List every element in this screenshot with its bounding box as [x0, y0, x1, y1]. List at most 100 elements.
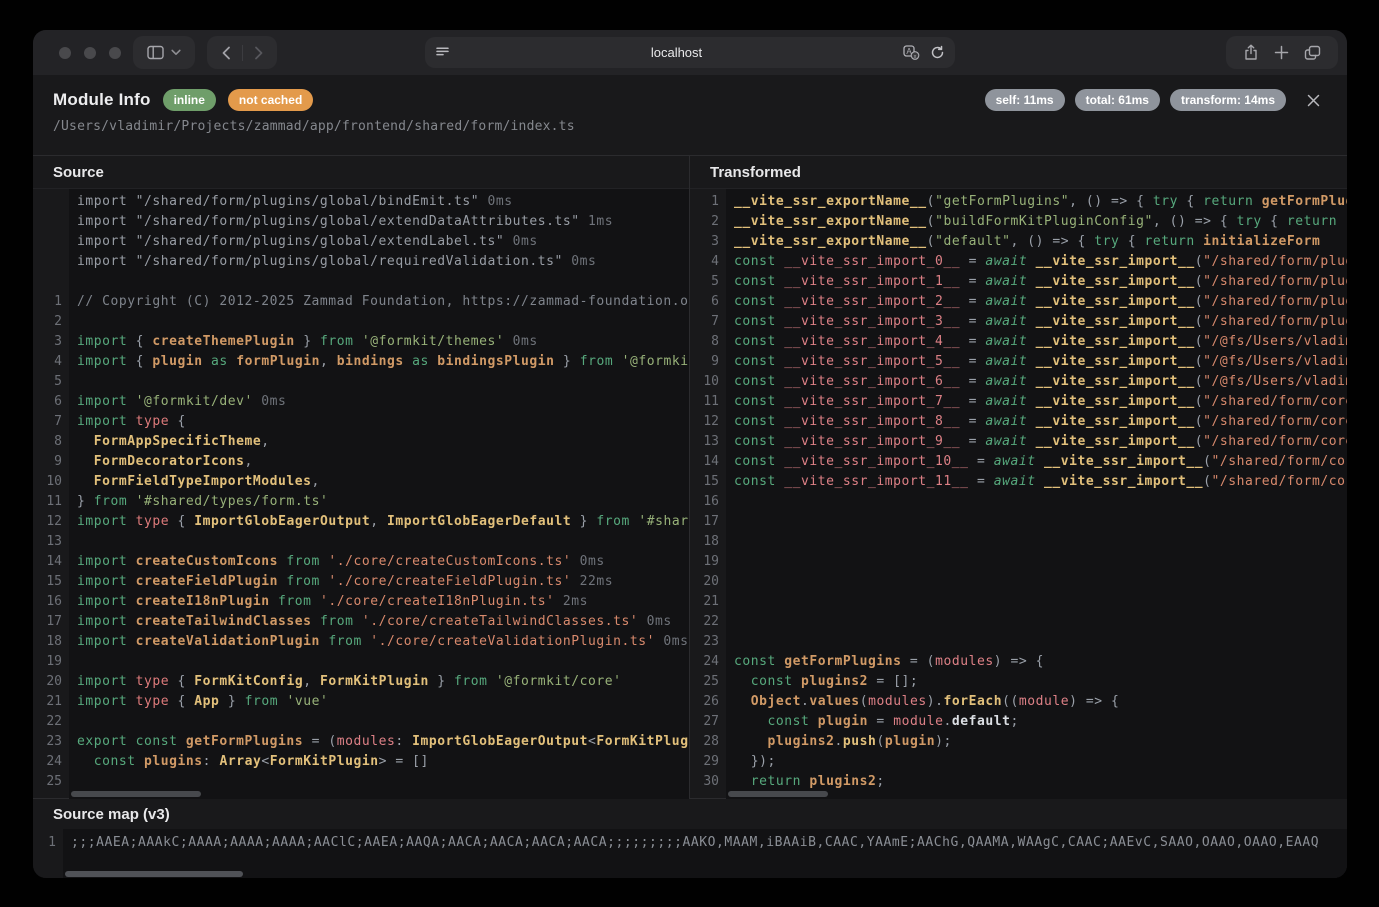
code-line: // Copyright (C) 2012-2025 Zammad Founda…	[69, 292, 689, 312]
code-line: FormDecoratorIcons,	[69, 452, 689, 472]
source-code-block: 1234567891011121314151617181920212223242…	[33, 189, 689, 799]
code-line: });	[726, 752, 1347, 772]
code-line: __vite_ssr_exportName__("default", () =>…	[726, 232, 1347, 252]
source-map-code: ;;;AAEA;AAAkC;AAAA;AAAA;AAAA;AAClC;AAEA;…	[63, 829, 1347, 878]
close-panel-button[interactable]	[1306, 93, 1321, 108]
reload-icon[interactable]	[930, 45, 945, 60]
line-number: 15	[33, 572, 69, 592]
line-number	[33, 232, 69, 252]
line-number: 15	[690, 472, 726, 492]
reader-icon[interactable]	[435, 46, 450, 59]
code-line: export const getFormPlugins = (modules: …	[69, 732, 689, 752]
code-line: import "/shared/form/plugins/global/requ…	[69, 252, 689, 272]
line-number	[33, 212, 69, 232]
translate-icon[interactable]: A x	[903, 45, 920, 60]
address-bar[interactable]: localhost A x	[425, 37, 955, 68]
line-number: 17	[690, 512, 726, 532]
code-line	[726, 532, 1347, 552]
horizontal-scrollbar[interactable]	[728, 791, 828, 797]
line-number: 11	[33, 492, 69, 512]
code-line: import createFieldPlugin from './core/cr…	[69, 572, 689, 592]
line-number: 30	[690, 772, 726, 792]
transform-time-badge: transform: 14ms	[1170, 89, 1286, 111]
code-line	[726, 592, 1347, 612]
line-number: 24	[33, 752, 69, 772]
back-button[interactable]	[217, 44, 235, 62]
line-number: 8	[690, 332, 726, 352]
code-line: const __vite_ssr_import_1__ = await __vi…	[726, 272, 1347, 292]
inline-badge: inline	[163, 89, 216, 111]
code-line: const __vite_ssr_import_5__ = await __vi…	[726, 352, 1347, 372]
line-number: 19	[33, 652, 69, 672]
line-number: 5	[33, 372, 69, 392]
source-map-line-numbers: 1	[33, 829, 63, 878]
desktop-background: localhost A x	[0, 0, 1379, 907]
code-line: import createTailwindClasses from './cor…	[69, 612, 689, 632]
line-number: 23	[690, 632, 726, 652]
code-line: import type { FormKitConfig, FormKitPlug…	[69, 672, 689, 692]
code-line: const __vite_ssr_import_7__ = await __vi…	[726, 392, 1347, 412]
toolbar-actions	[1226, 36, 1338, 69]
code-line: return plugins2;	[726, 772, 1347, 792]
tab-overview-icon[interactable]	[1304, 45, 1321, 61]
line-number: 22	[690, 612, 726, 632]
line-number: 1	[690, 192, 726, 212]
line-number: 21	[690, 592, 726, 612]
code-line: FormFieldTypeImportModules,	[69, 472, 689, 492]
line-number: 26	[690, 692, 726, 712]
code-line: FormAppSpecificTheme,	[69, 432, 689, 452]
code-line	[69, 312, 689, 332]
source-map-section: Source map (v3) 1 ;;;AAEA;AAAkC;AAAA;AAA…	[33, 798, 1347, 878]
line-number: 5	[690, 272, 726, 292]
line-number	[33, 272, 69, 292]
code-line: import type { App } from 'vue'	[69, 692, 689, 712]
line-number: 23	[33, 732, 69, 752]
self-time-badge: self: 11ms	[985, 89, 1065, 111]
line-number: 16	[33, 592, 69, 612]
code-line	[69, 272, 689, 292]
code-line	[726, 512, 1347, 532]
line-number: 11	[690, 392, 726, 412]
code-line: const plugins2 = [];	[726, 672, 1347, 692]
zoom-window-button[interactable]	[109, 47, 121, 59]
line-number: 22	[33, 712, 69, 732]
code-panels: Source 123456789101112131415161718192021…	[33, 155, 1347, 798]
total-time-badge: total: 61ms	[1075, 89, 1160, 111]
line-number: 14	[33, 552, 69, 572]
code-line: const plugins: Array<FormKitPlugin> = []	[69, 752, 689, 772]
code-line: const __vite_ssr_import_10__ = await __v…	[726, 452, 1347, 472]
forward-button[interactable]	[250, 44, 268, 62]
horizontal-scrollbar[interactable]	[71, 791, 201, 797]
code-line: import createCustomIcons from './core/cr…	[69, 552, 689, 572]
horizontal-scrollbar[interactable]	[65, 871, 243, 877]
page-title: Module Info	[53, 90, 151, 110]
line-number: 10	[690, 372, 726, 392]
transformed-panel: Transformed 1234567891011121314151617181…	[690, 156, 1347, 798]
line-number: 12	[690, 412, 726, 432]
code-line: import { createThemePlugin } from '@form…	[69, 332, 689, 352]
line-number: 20	[690, 572, 726, 592]
line-number: 3	[690, 232, 726, 252]
code-line: const __vite_ssr_import_11__ = await __v…	[726, 472, 1347, 492]
code-line: import { plugin as formPlugin, bindings …	[69, 352, 689, 372]
sidebar-toggle-button[interactable]	[133, 36, 195, 69]
code-line	[69, 772, 689, 792]
line-number	[33, 252, 69, 272]
line-number: 13	[690, 432, 726, 452]
share-icon[interactable]	[1243, 44, 1259, 61]
new-tab-icon[interactable]	[1274, 45, 1289, 60]
code-line: const __vite_ssr_import_0__ = await __vi…	[726, 252, 1347, 272]
minimize-window-button[interactable]	[84, 47, 96, 59]
code-line: import type { ImportGlobEagerOutput, Imp…	[69, 512, 689, 532]
line-number: 7	[33, 412, 69, 432]
code-line	[726, 572, 1347, 592]
code-line	[726, 612, 1347, 632]
navigation-buttons	[207, 36, 277, 69]
close-window-button[interactable]	[59, 47, 71, 59]
module-info-header: Module Info inline not cached self: 11ms…	[33, 75, 1347, 155]
transformed-code: __vite_ssr_exportName__("getFormPlugins"…	[726, 189, 1347, 799]
code-line: const __vite_ssr_import_3__ = await __vi…	[726, 312, 1347, 332]
source-code: import "/shared/form/plugins/global/bind…	[69, 189, 689, 799]
source-map-title: Source map (v3)	[33, 799, 1347, 829]
line-number: 20	[33, 672, 69, 692]
